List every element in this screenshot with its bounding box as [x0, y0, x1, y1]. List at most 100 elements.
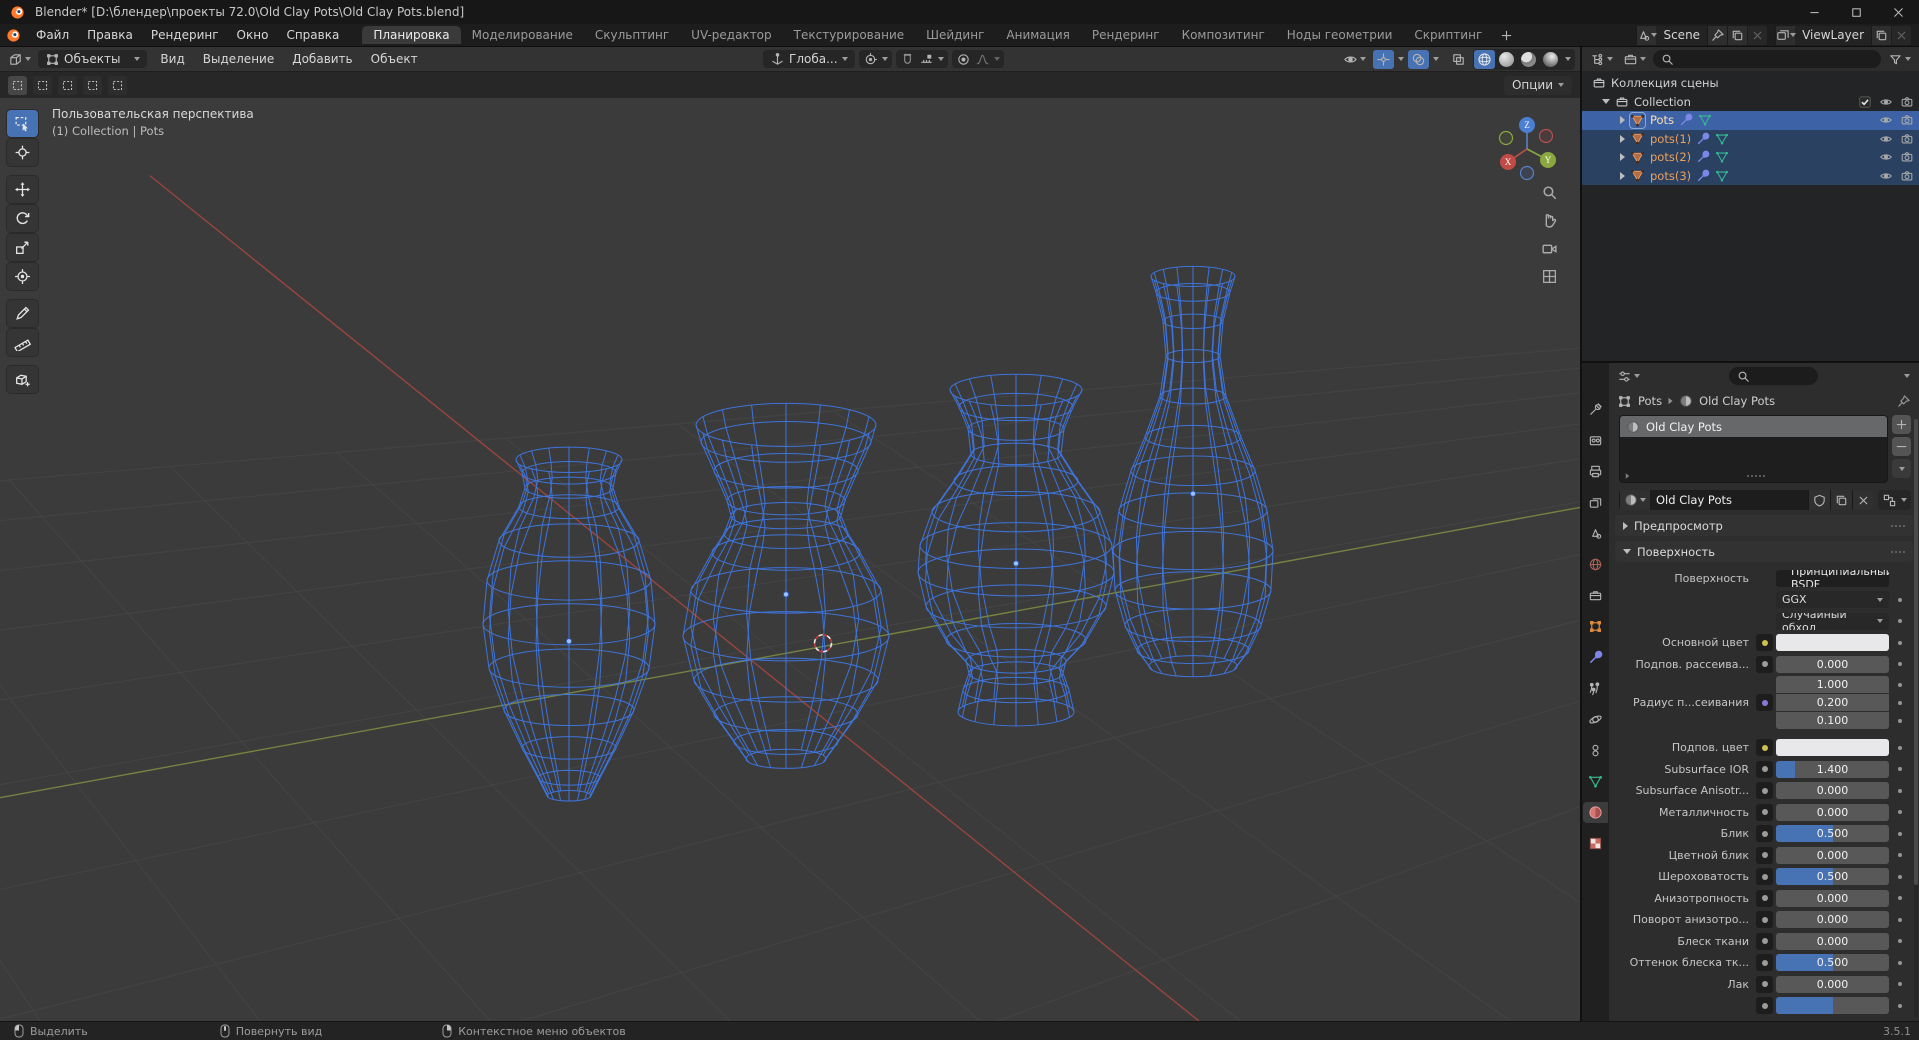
- move-tool-button[interactable]: [7, 176, 38, 203]
- number-field[interactable]: 1.000: [1776, 676, 1889, 693]
- workspace-tab[interactable]: Текстурирование: [783, 26, 915, 44]
- color-swatch[interactable]: [1776, 739, 1889, 756]
- properties-options-dropdown[interactable]: [1903, 374, 1910, 378]
- input-socket-decorator[interactable]: [1756, 760, 1773, 778]
- collection-row[interactable]: Collection: [1582, 93, 1919, 112]
- browse-material-button[interactable]: [1619, 490, 1650, 510]
- scene-name[interactable]: Scene: [1656, 28, 1707, 42]
- hide-eye-icon[interactable]: [1879, 150, 1893, 164]
- value-slider[interactable]: [1776, 997, 1889, 1014]
- ortho-switch-icon[interactable]: [1541, 268, 1558, 285]
- gizmos-toggle[interactable]: [1373, 49, 1395, 69]
- disclosure-icon[interactable]: [1620, 171, 1625, 180]
- disclosure-icon[interactable]: [1620, 153, 1625, 162]
- value-slider[interactable]: 0.000: [1776, 782, 1889, 799]
- properties-scrollbar[interactable]: [1914, 419, 1918, 1017]
- add-slot-button[interactable]: [1892, 415, 1911, 434]
- subsurface-method-dropdown[interactable]: Случайный обход: [1776, 612, 1889, 630]
- animate-dot[interactable]: [1892, 1003, 1907, 1008]
- scene-collection-row[interactable]: Коллекция сцены: [1582, 74, 1919, 93]
- animate-dot[interactable]: [1892, 874, 1907, 879]
- object-row[interactable]: pots(1): [1582, 129, 1919, 148]
- scene-properties-tab[interactable]: [1583, 523, 1608, 544]
- select-mode-set-button[interactable]: [8, 75, 27, 95]
- world-properties-tab[interactable]: [1583, 554, 1608, 575]
- input-socket-decorator[interactable]: [1756, 997, 1773, 1014]
- menubar-item[interactable]: Файл: [27, 26, 78, 44]
- animate-dot[interactable]: [1892, 853, 1907, 857]
- input-socket-decorator[interactable]: [1756, 889, 1773, 907]
- input-socket-decorator[interactable]: [1756, 655, 1773, 673]
- value-slider[interactable]: 0.000: [1776, 932, 1889, 950]
- hide-eye-icon[interactable]: [1879, 169, 1893, 183]
- value-slider[interactable]: 0.000: [1776, 803, 1889, 821]
- workspace-tab[interactable]: Моделирование: [461, 26, 584, 44]
- material-slot-row[interactable]: Old Clay Pots: [1620, 416, 1887, 437]
- number-field[interactable]: 0.200: [1776, 694, 1889, 711]
- constraints-properties-tab[interactable]: [1583, 740, 1608, 761]
- animate-dot[interactable]: [1892, 788, 1907, 793]
- outliner-filter-button[interactable]: [1885, 50, 1914, 69]
- measure-tool-button[interactable]: [7, 329, 38, 356]
- maximize-button[interactable]: [1835, 0, 1877, 24]
- viewlayer-copy-button[interactable]: [1871, 25, 1891, 45]
- shading-dropdown[interactable]: [1565, 57, 1572, 61]
- falloff-icon[interactable]: [975, 52, 990, 67]
- properties-search-input[interactable]: [1729, 367, 1818, 385]
- workspace-tab[interactable]: Шейдинг: [915, 26, 995, 44]
- shading-material-button[interactable]: [1518, 50, 1539, 69]
- viewport-menu-item[interactable]: Добавить: [283, 50, 361, 68]
- input-socket-decorator[interactable]: [1756, 911, 1773, 928]
- viewlayer-remove-button[interactable]: [1891, 25, 1911, 45]
- animate-dot[interactable]: [1892, 810, 1907, 814]
- value-slider[interactable]: 0.000: [1776, 889, 1889, 907]
- color-swatch[interactable]: [1776, 634, 1889, 651]
- select-mode-extend-button[interactable]: [33, 75, 52, 95]
- disclosure-icon[interactable]: [1602, 99, 1610, 105]
- outliner-display-mode-button[interactable]: [1620, 50, 1649, 69]
- breadcrumb-pin-icon[interactable]: [1896, 394, 1911, 409]
- fake-user-button[interactable]: [1808, 490, 1830, 510]
- value-slider[interactable]: 0.000: [1776, 911, 1889, 928]
- orientation-dropdown[interactable]: Глоба...: [763, 50, 855, 68]
- animate-dot[interactable]: [1892, 700, 1907, 705]
- checkbox-icon[interactable]: [1858, 95, 1872, 109]
- workspace-tab[interactable]: Рендеринг: [1081, 26, 1171, 44]
- number-field[interactable]: 0.100: [1776, 712, 1889, 729]
- hide-eye-icon[interactable]: [1879, 132, 1893, 146]
- tool-properties-tab[interactable]: [1583, 399, 1608, 420]
- visibility-dropdown[interactable]: [1340, 50, 1369, 69]
- remove-slot-button[interactable]: [1892, 437, 1911, 456]
- breadcrumb-object[interactable]: Pots: [1638, 394, 1662, 408]
- value-slider[interactable]: 0.000: [1776, 975, 1889, 993]
- input-socket-decorator[interactable]: [1756, 694, 1773, 711]
- nodetree-selector[interactable]: [1878, 490, 1911, 510]
- menubar-item[interactable]: Правка: [78, 26, 142, 44]
- pan-tool-icon[interactable]: [1541, 212, 1558, 229]
- viewport-menu-item[interactable]: Выделение: [194, 50, 283, 68]
- viewlayer-name[interactable]: ViewLayer: [1795, 28, 1871, 42]
- scene-copy-button[interactable]: [1727, 25, 1748, 45]
- unlink-material-button[interactable]: [1852, 490, 1874, 510]
- distribution-dropdown[interactable]: GGX: [1776, 591, 1889, 608]
- input-socket-decorator[interactable]: [1756, 932, 1773, 950]
- cursor-tool-button[interactable]: [7, 139, 38, 166]
- view-layer-properties-tab[interactable]: [1583, 492, 1608, 513]
- outliner-search-input[interactable]: [1653, 50, 1881, 68]
- navigation-gizmo[interactable]: Z Y X: [1490, 112, 1564, 186]
- workspace-tab[interactable]: Скриптинг: [1403, 26, 1493, 44]
- zoom-tool-icon[interactable]: [1541, 184, 1558, 201]
- hide-eye-icon[interactable]: [1879, 95, 1893, 109]
- animate-dot[interactable]: [1892, 831, 1907, 836]
- animate-dot[interactable]: [1892, 939, 1907, 943]
- snap-target-icon[interactable]: [919, 52, 934, 67]
- workspace-tab[interactable]: Ноды геометрии: [1276, 26, 1404, 44]
- animate-dot[interactable]: [1892, 745, 1907, 750]
- snap-toggle[interactable]: [900, 52, 915, 67]
- render-properties-tab[interactable]: [1583, 430, 1608, 451]
- workspace-tab[interactable]: Анимация: [995, 26, 1080, 44]
- disable-render-icon[interactable]: [1900, 150, 1914, 164]
- animate-dot[interactable]: [1892, 767, 1907, 771]
- object-row[interactable]: pots(3): [1582, 166, 1919, 185]
- breadcrumb-material[interactable]: Old Clay Pots: [1699, 394, 1775, 408]
